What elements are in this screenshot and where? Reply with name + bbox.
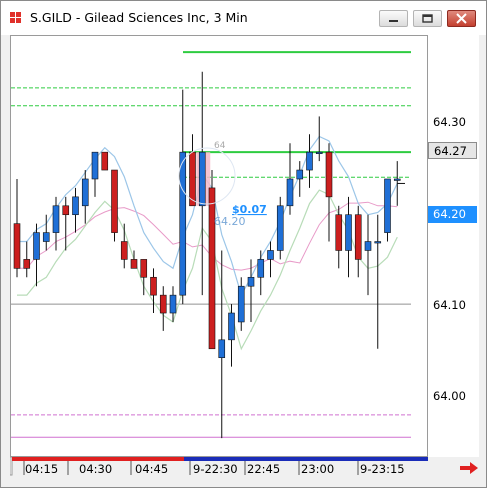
candle-body xyxy=(52,205,60,233)
candle-body xyxy=(257,259,265,278)
position-price-badge: 64.20 xyxy=(428,206,477,223)
candle-body xyxy=(33,232,40,260)
price-label: 64.10 xyxy=(433,298,466,312)
time-label: 04:30 xyxy=(79,462,113,476)
candle-body xyxy=(364,241,372,251)
scroll-right-icon[interactable] xyxy=(459,461,479,475)
candle-body xyxy=(276,205,284,251)
candle-body xyxy=(169,294,177,314)
candle-body xyxy=(315,151,323,154)
candle-body xyxy=(179,151,187,296)
candle-body xyxy=(345,214,352,251)
time-label: 9-23:15 xyxy=(360,462,405,476)
candle-body xyxy=(150,276,157,296)
time-label: 9-22:30 xyxy=(193,462,238,476)
candle-body xyxy=(23,259,31,269)
candle-body xyxy=(335,214,343,251)
minimize-button[interactable] xyxy=(379,10,408,27)
candle-body xyxy=(354,214,362,260)
restore-button[interactable] xyxy=(413,10,442,27)
time-label: 23:00 xyxy=(301,462,335,476)
title-bar[interactable]: S.GILD - Gilead Sciences Inc, 3 Min xyxy=(1,1,486,35)
candle-body xyxy=(306,151,313,171)
position-price-label: 64.20 xyxy=(214,215,246,228)
time-label: 04:45 xyxy=(135,462,169,476)
candle-body xyxy=(247,276,255,287)
chart-plot-area[interactable]: $0.07 64.20 64 xyxy=(10,35,428,457)
price-axis[interactable]: 64.30 64.27 64.20 64.10 64.00 xyxy=(428,35,479,457)
candle-body xyxy=(208,187,216,350)
candle-body xyxy=(120,241,128,260)
time-axis[interactable]: 04:15 04:30 04:45 9-22:30 22:45 23:00 9-… xyxy=(10,457,428,481)
candle-body xyxy=(91,151,99,180)
candle-body xyxy=(62,205,70,216)
candle-body xyxy=(72,196,79,216)
price-chart[interactable]: $0.0764.2064 xyxy=(11,36,427,456)
candle-body xyxy=(325,151,333,198)
candle-body xyxy=(130,259,138,269)
candle-body xyxy=(42,232,50,242)
time-label: 22:45 xyxy=(247,462,281,476)
last-price-badge: 64.27 xyxy=(428,142,477,159)
candle-body xyxy=(286,178,294,207)
price-label: 64.00 xyxy=(433,389,466,403)
chart-window: S.GILD - Gilead Sciences Inc, 3 Min $0.0… xyxy=(0,0,487,488)
candle-body xyxy=(384,178,391,233)
candle-body xyxy=(81,178,89,207)
candle-body xyxy=(159,294,167,314)
restore-icon xyxy=(422,14,433,23)
candle-body xyxy=(198,151,206,207)
price-label: 64.30 xyxy=(433,115,466,129)
close-button[interactable] xyxy=(447,10,476,27)
close-icon xyxy=(456,13,467,24)
candle-body xyxy=(393,178,401,181)
candle-body xyxy=(267,250,274,260)
time-label: 04:15 xyxy=(25,462,59,476)
candle-body xyxy=(13,223,21,269)
candle-body xyxy=(111,169,118,233)
app-icon xyxy=(10,12,21,23)
candle-body xyxy=(140,259,148,278)
window-title: S.GILD - Gilead Sciences Inc, 3 Min xyxy=(30,10,248,25)
candle-body xyxy=(237,285,245,323)
candle-body xyxy=(228,312,235,341)
candle-body xyxy=(101,151,109,171)
candle-body xyxy=(296,169,304,180)
candle-body xyxy=(189,151,196,207)
candle-body xyxy=(374,241,382,244)
minimize-icon xyxy=(389,20,398,22)
candle-body xyxy=(218,339,226,359)
